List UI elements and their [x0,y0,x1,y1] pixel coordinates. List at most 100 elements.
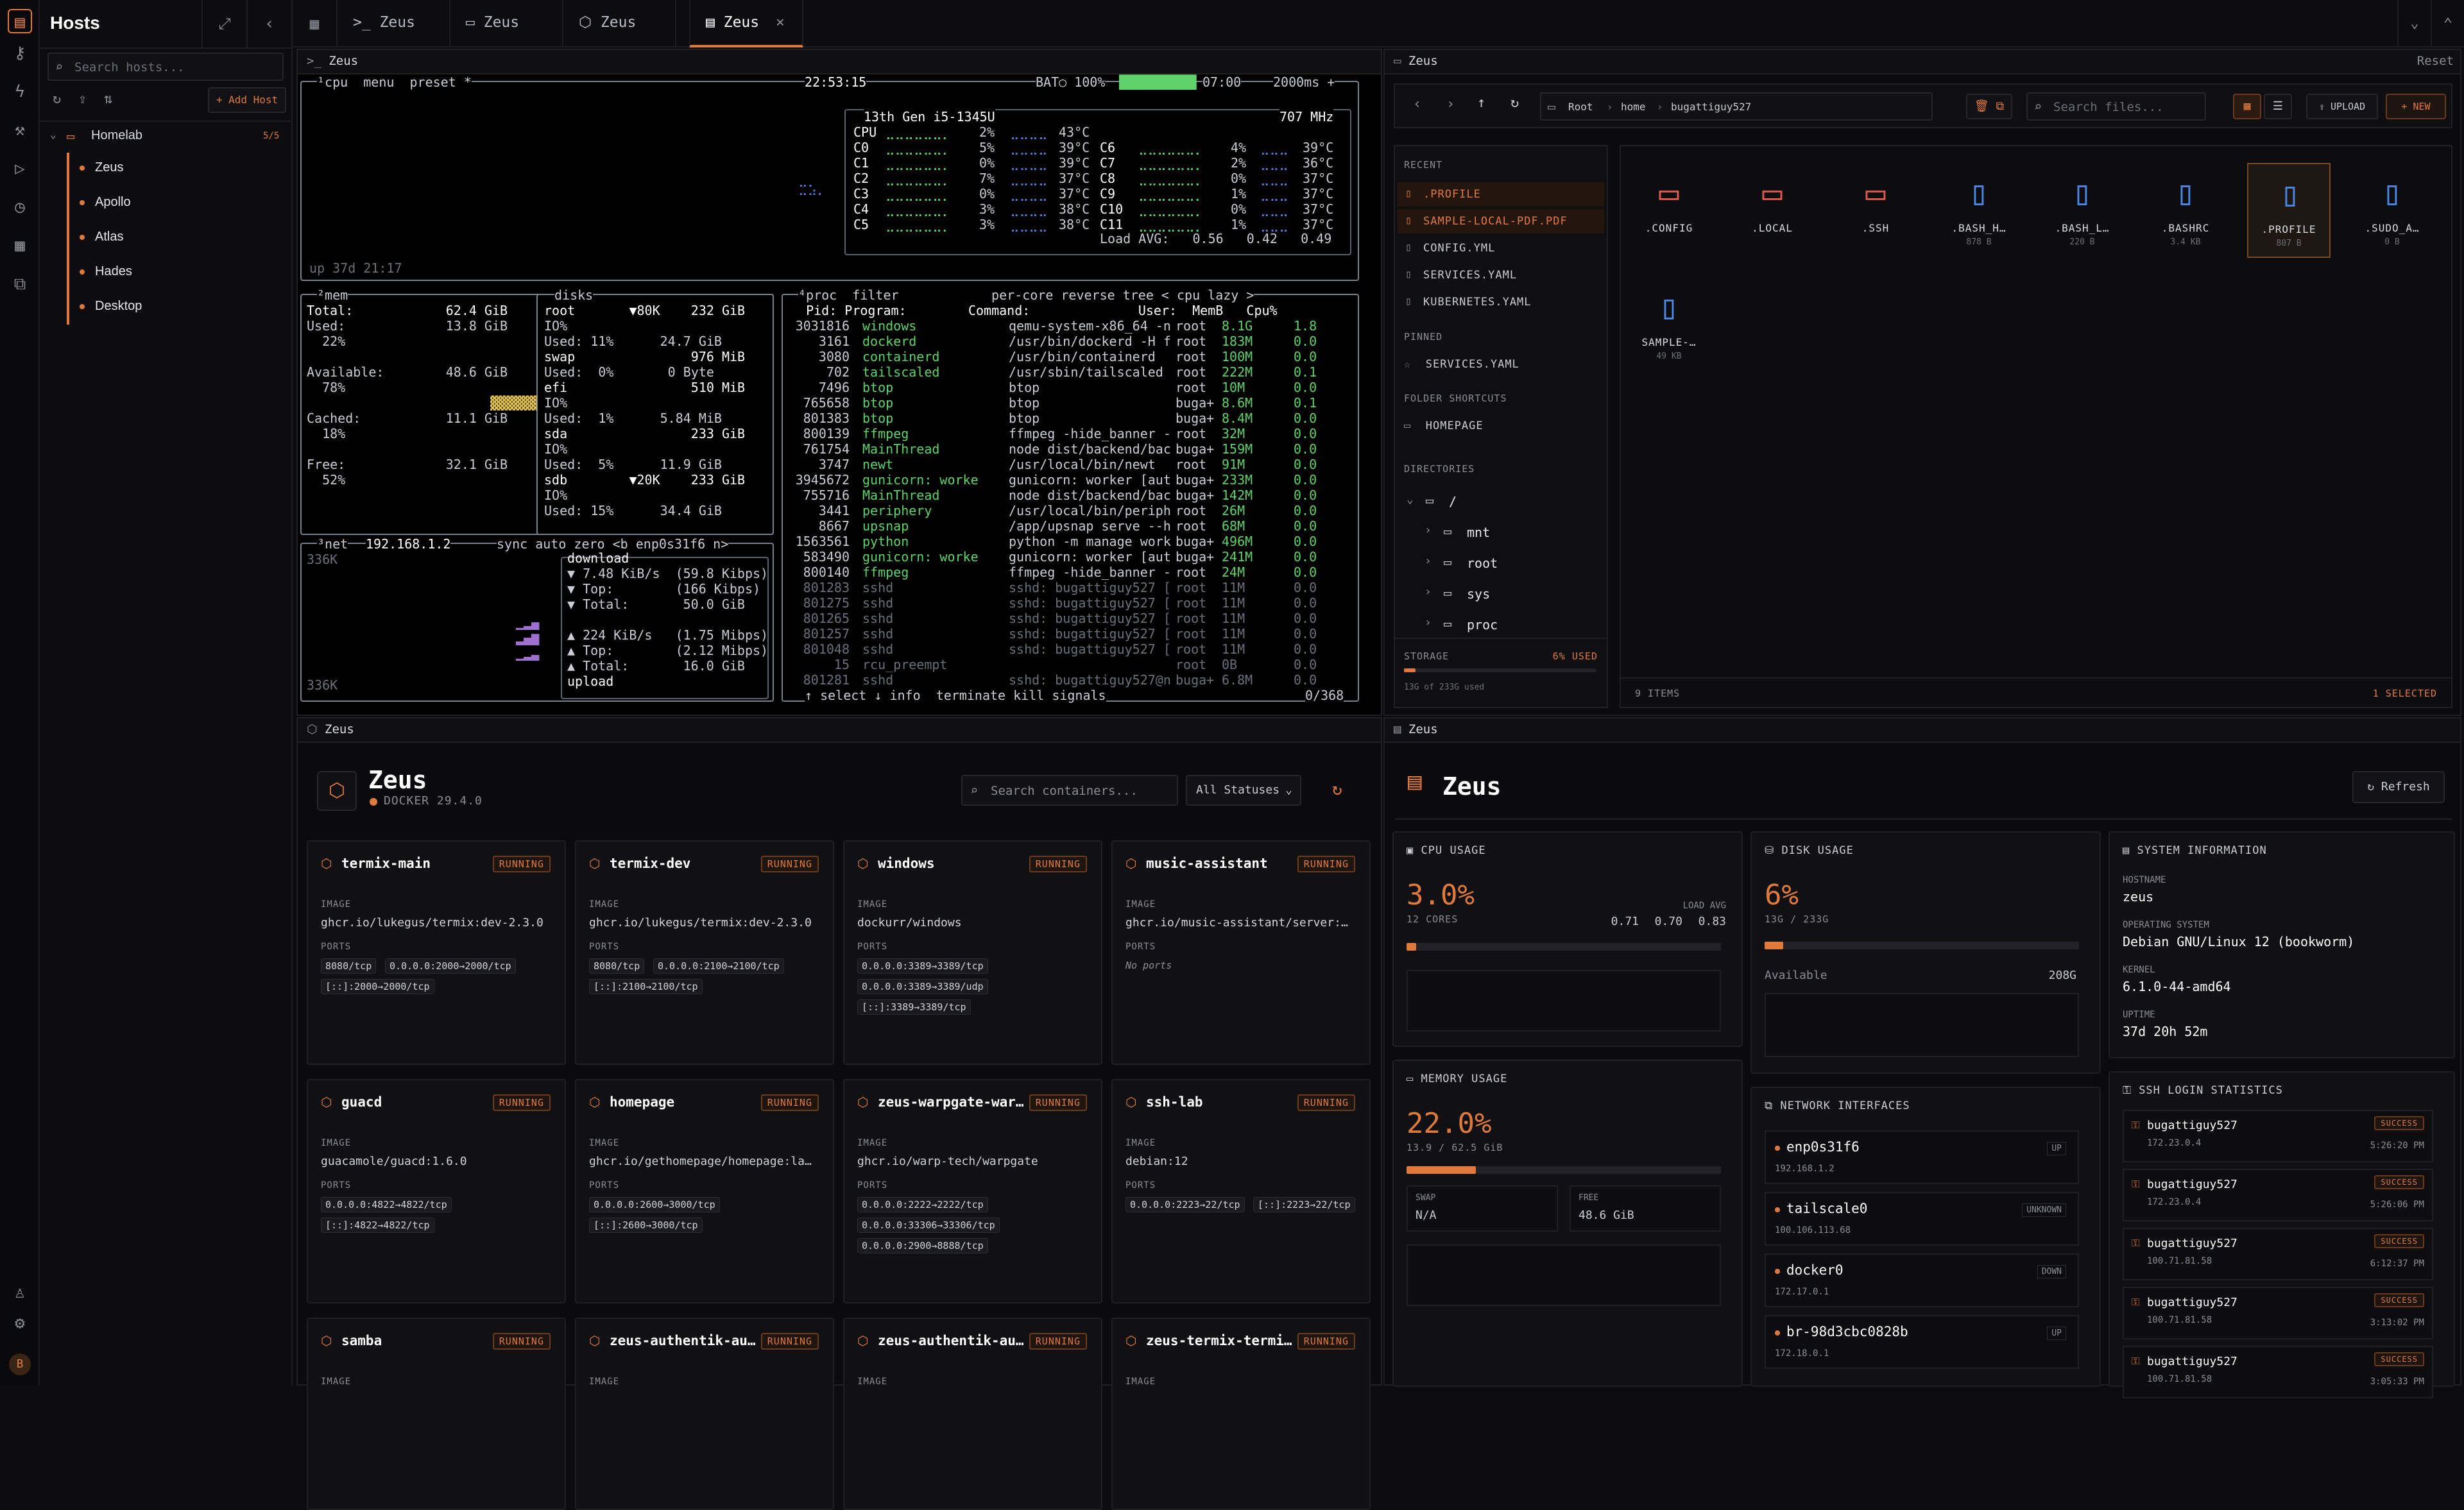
container-card[interactable]: ⬡ samba RUNNING IMAGE [307,1318,566,1510]
breadcrumb-home[interactable]: home [1621,101,1646,113]
proc-cell[interactable]: upsnap [862,518,909,534]
container-card[interactable]: ⬡ termix-dev RUNNING IMAGE ghcr.io/lukegus/t… [575,840,834,1065]
host-item[interactable]: Zeus [71,153,289,185]
host-item[interactable]: Atlas [71,222,289,254]
proc-cell[interactable]: ffmpeg [862,564,909,580]
host-item[interactable]: Hades [71,257,289,289]
tab-zeus-stats[interactable]: ▤ Zeus × [689,0,803,47]
container-card[interactable]: ⬡ zeus-authentik-au… RUNNING IMAGE [575,1318,834,1510]
close-icon[interactable]: × [776,14,785,31]
file-item[interactable]: ▯ .BASH_L… 220 B [2041,163,2124,258]
host-name[interactable]: Atlas [95,230,123,244]
chevron-down-icon[interactable]: ⌄ [2397,0,2431,47]
refresh-icon[interactable]: ↻ [1332,780,1342,799]
reset-button[interactable]: Reset [2417,54,2454,68]
proc-cell[interactable]: MainThread [862,488,939,503]
host-name[interactable]: Hades [95,264,132,279]
folder-name[interactable]: Homelab [91,128,142,143]
forward-icon[interactable]: › [1446,96,1455,112]
new-button[interactable]: + NEW [2386,94,2446,119]
grid-view-icon[interactable]: ▦ [2233,94,2261,119]
proc-cell[interactable]: gunicorn: worke [862,472,979,488]
avatar[interactable]: B [9,1353,31,1375]
proc-cell[interactable]: btop [862,395,893,411]
trash-copy-icons[interactable]: 🗑 ⧉ [1966,94,2012,119]
recent-item[interactable]: ▯ SERVICES.YAML [1398,263,1604,287]
up-icon[interactable]: ↑ [1477,95,1485,111]
folder-item[interactable]: ▭ .CONFIG [1627,163,1711,258]
chevron-down-icon[interactable]: ⌄ [50,128,56,140]
sort-icon[interactable]: ⇅ [104,91,112,107]
file-item[interactable]: ▯ .SUDO_A… 0 B [2350,163,2434,258]
breadcrumb-user[interactable]: bugattiguy527 [1671,101,1751,113]
host-name[interactable]: Apollo [95,195,131,210]
chevron-right-icon[interactable]: › [1425,585,1432,598]
refresh-button[interactable]: ↻ Refresh [2352,771,2445,803]
refresh-icon[interactable]: ↻ [1510,95,1519,111]
list-view-icon[interactable]: ☰ [2264,94,2292,119]
pinned-item[interactable]: ☆ SERVICES.YAML [1404,358,1519,371]
host-item[interactable]: Apollo [71,187,289,219]
recent-item[interactable]: ▯ SAMPLE-LOCAL-PDF.PDF [1398,209,1604,233]
proc-cell[interactable]: periphery [862,503,932,518]
tab-zeus-files[interactable]: ▭ Zeus [450,0,563,47]
proc-cell[interactable]: sshd [862,595,893,611]
chevron-down-icon[interactable]: ⌄ [1407,493,1414,506]
file-item[interactable]: ▯ .BASH_H… 878 B [1937,163,2021,258]
expand-icon[interactable]: ⤢ [201,0,246,47]
directory-item[interactable]: › ▭ proc [1425,612,1604,638]
container-card[interactable]: ⬡ zeus-warpgate-war… RUNNING IMAGE ghcr.io/w… [843,1079,1102,1303]
grid-view-icon[interactable]: ▦ [293,0,338,47]
grid-icon[interactable]: ▦ [8,233,32,258]
hosts-icon[interactable]: ▤ [8,9,32,33]
container-card[interactable]: ⬡ ssh-lab RUNNING IMAGE debian:12 PORTS 0.0.0.… [1111,1079,1371,1303]
proc-cell[interactable]: sshd [862,641,893,657]
collapse-up-icon[interactable]: ⌃ [2431,0,2464,47]
play-icon[interactable]: ▷ [8,157,32,181]
shortcut-item[interactable]: ▭ HOMEPAGE [1404,420,1484,432]
terminal-pane[interactable]: >_ Zeus ¹cpu menu preset * 22:53:15 BAT○… [296,49,1382,716]
proc-cell[interactable]: sshd [862,672,893,688]
proc-cell[interactable]: python [862,534,909,549]
bolt-icon[interactable]: ϟ [8,80,32,104]
clock-icon[interactable]: ◷ [8,195,32,219]
container-card[interactable]: ⬡ zeus-authentik-au… RUNNING IMAGE [843,1318,1102,1510]
network-icon[interactable]: ⧉ [8,272,32,296]
status-filter-select[interactable]: All Statuses ⌄ [1186,775,1301,806]
proc-cell[interactable]: btop [862,411,893,426]
proc-cell[interactable]: ffmpeg [862,426,909,441]
proc-cell[interactable]: gunicorn: worke [862,549,979,564]
container-card[interactable]: ⬡ zeus-termix-termi… RUNNING IMAGE [1111,1318,1371,1510]
file-item[interactable]: ▯ SAMPLE-… 49 KB [1627,277,1711,372]
key-icon[interactable]: ⚷ [8,41,32,65]
directory-item[interactable]: › ▭ mnt [1425,520,1604,545]
recent-item[interactable]: ▯ .PROFILE [1398,182,1604,207]
back-icon[interactable]: ‹ [1413,96,1421,112]
proc-cell[interactable]: sshd [862,611,893,626]
upload-button[interactable]: ⇪ UPLOAD [2306,94,2378,119]
directory-item[interactable]: ⌄ ▭ / [1407,489,1586,514]
recent-item[interactable]: ▯ CONFIG.YML [1398,236,1604,260]
proc-cell[interactable]: MainThread [862,441,939,457]
host-name[interactable]: Desktop [95,299,142,314]
proc-cell[interactable]: sshd [862,626,893,641]
proc-cell[interactable]: tailscaled [862,364,939,380]
directory-item[interactable]: › ▭ sys [1425,581,1604,607]
folder-item[interactable]: ▭ .LOCAL [1731,163,1814,258]
recent-item[interactable]: ▯ KUBERNETES.YAML [1398,290,1604,314]
chevron-right-icon[interactable]: › [1425,616,1432,629]
container-search[interactable]: ⌕ Search containers... [961,775,1178,806]
add-host-button[interactable]: + Add Host [208,87,286,113]
breadcrumb-root[interactable]: Root [1568,101,1593,113]
container-card[interactable]: ⬡ homepage RUNNING IMAGE ghcr.io/gethomepage… [575,1079,834,1303]
gear-icon[interactable]: ⚙ [8,1311,32,1336]
refresh-icon[interactable]: ↻ [53,91,61,107]
files-search[interactable]: ⌕ Search files... [2026,92,2206,121]
proc-cell[interactable]: sshd [862,580,893,595]
container-card[interactable]: ⬡ termix-main RUNNING IMAGE ghcr.io/lukegus/… [307,840,566,1065]
collapse-icon[interactable]: ‹ [246,0,291,47]
proc-cell[interactable]: dockerd [862,334,916,349]
host-item[interactable]: Desktop [71,291,289,323]
proc-cell[interactable]: rcu_preempt [862,657,947,672]
file-item[interactable]: ▯ .PROFILE 807 B [2247,163,2331,258]
